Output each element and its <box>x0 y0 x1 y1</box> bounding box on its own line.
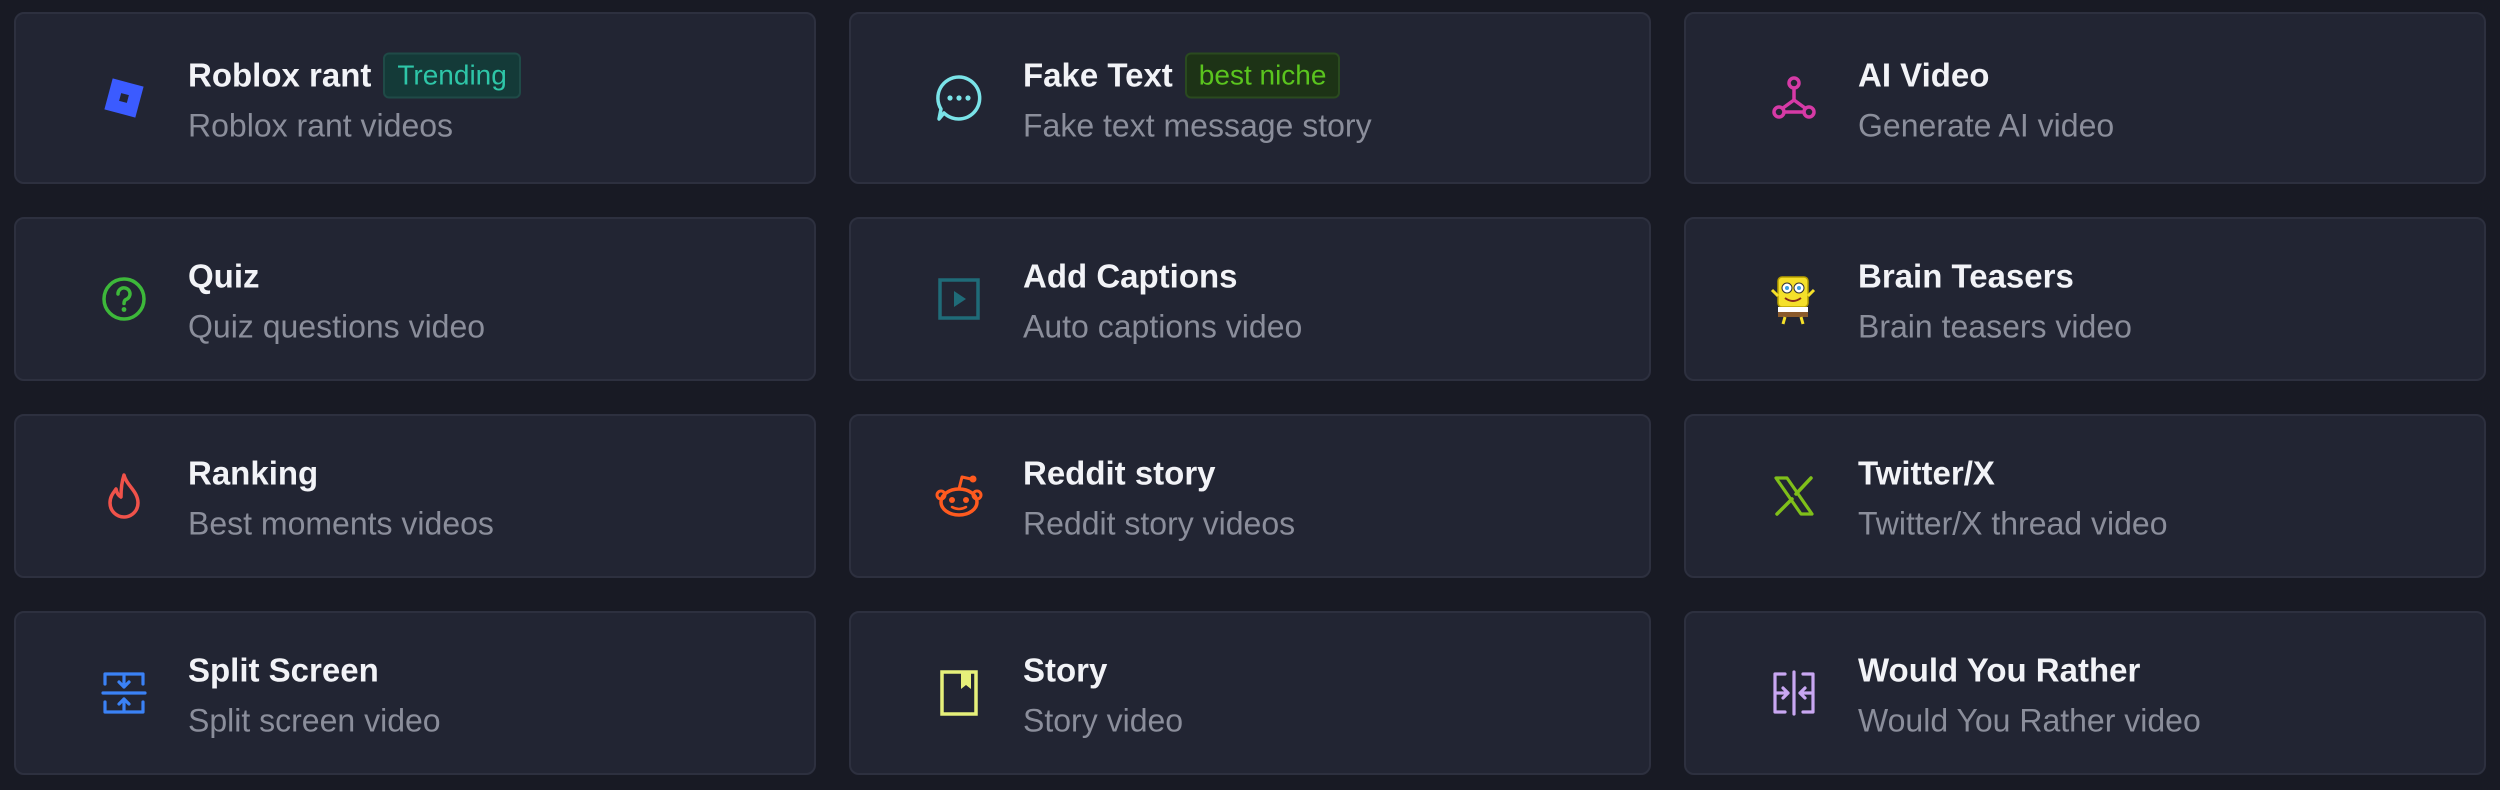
card-title: Add Captions <box>1023 257 1238 295</box>
card-twitter-x[interactable]: Twitter/X Twitter/X thread video <box>1684 414 2486 578</box>
trending-badge: Trending <box>383 52 521 99</box>
card-text: Fake Text best niche Fake text message s… <box>1023 52 1372 145</box>
split-arrows-icon <box>1764 663 1824 723</box>
card-description: Split screen video <box>188 702 441 739</box>
flame-icon <box>94 466 154 526</box>
play-square-icon <box>929 269 989 329</box>
template-grid: Roblox rant Trending Roblox rant videos … <box>14 12 2486 775</box>
split-screen-icon <box>94 663 154 723</box>
card-ranking[interactable]: Ranking Best moments videos <box>14 414 816 578</box>
card-title: Would You Rather <box>1858 651 2141 689</box>
card-title: Brain Teasers <box>1858 257 2074 295</box>
card-title: AI Video <box>1858 56 1990 94</box>
card-brain-teasers[interactable]: Brain Teasers Brain teasers video <box>1684 217 2486 381</box>
x-logo-icon <box>1764 466 1824 526</box>
card-description: Quiz questions video <box>188 308 486 345</box>
card-text: Ranking Best moments videos <box>188 450 494 543</box>
bookmark-icon <box>929 663 989 723</box>
card-ai-video[interactable]: AI Video Generate AI video <box>1684 12 2486 184</box>
card-title: Reddit story <box>1023 454 1216 492</box>
ai-nodes-icon <box>1764 68 1824 128</box>
card-title: Story <box>1023 651 1108 689</box>
card-roblox-rant[interactable]: Roblox rant Trending Roblox rant videos <box>14 12 816 184</box>
card-description: Fake text message story <box>1023 107 1372 144</box>
card-add-captions[interactable]: Add Captions Auto captions video <box>849 217 1651 381</box>
card-description: Twitter/X thread video <box>1858 505 2168 542</box>
card-title: Fake Text <box>1023 56 1173 94</box>
card-quiz[interactable]: Quiz Quiz questions video <box>14 217 816 381</box>
card-title: Split Screen <box>188 651 379 689</box>
card-description: Reddit story videos <box>1023 505 1296 542</box>
card-title: Quiz <box>188 257 260 295</box>
card-fake-text[interactable]: Fake Text best niche Fake text message s… <box>849 12 1651 184</box>
card-description: Auto captions video <box>1023 308 1303 345</box>
reddit-icon <box>929 466 989 526</box>
card-text: Split Screen Split screen video <box>188 647 441 740</box>
card-text: Reddit story Reddit story videos <box>1023 450 1295 543</box>
card-story[interactable]: Story Story video <box>849 611 1651 775</box>
question-circle-icon <box>94 269 154 329</box>
card-text: Roblox rant Trending Roblox rant videos <box>188 52 521 145</box>
card-title: Roblox rant <box>188 56 372 94</box>
card-text: AI Video Generate AI video <box>1858 52 2114 145</box>
card-reddit-story[interactable]: Reddit story Reddit story videos <box>849 414 1651 578</box>
card-text: Brain Teasers Brain teasers video <box>1858 253 2132 346</box>
card-text: Add Captions Auto captions video <box>1023 253 1302 346</box>
roblox-icon <box>94 68 154 128</box>
card-description: Story video <box>1023 702 1184 739</box>
card-description: Would You Rather video <box>1858 702 2201 739</box>
card-description: Best moments videos <box>188 505 494 542</box>
card-text: Would You Rather Would You Rather video <box>1858 647 2201 740</box>
card-would-you-rather[interactable]: Would You Rather Would You Rather video <box>1684 611 2486 775</box>
card-title: Ranking <box>188 454 319 492</box>
card-description: Roblox rant videos <box>188 107 454 144</box>
best-niche-badge: best niche <box>1184 52 1341 99</box>
card-text: Twitter/X Twitter/X thread video <box>1858 450 2167 543</box>
card-split-screen[interactable]: Split Screen Split screen video <box>14 611 816 775</box>
card-text: Story Story video <box>1023 647 1183 740</box>
spongebob-icon <box>1764 269 1824 329</box>
card-text: Quiz Quiz questions video <box>188 253 485 346</box>
chat-bubble-icon <box>929 68 989 128</box>
card-title: Twitter/X <box>1858 454 1995 492</box>
card-description: Generate AI video <box>1858 107 2115 144</box>
card-description: Brain teasers video <box>1858 308 2132 345</box>
